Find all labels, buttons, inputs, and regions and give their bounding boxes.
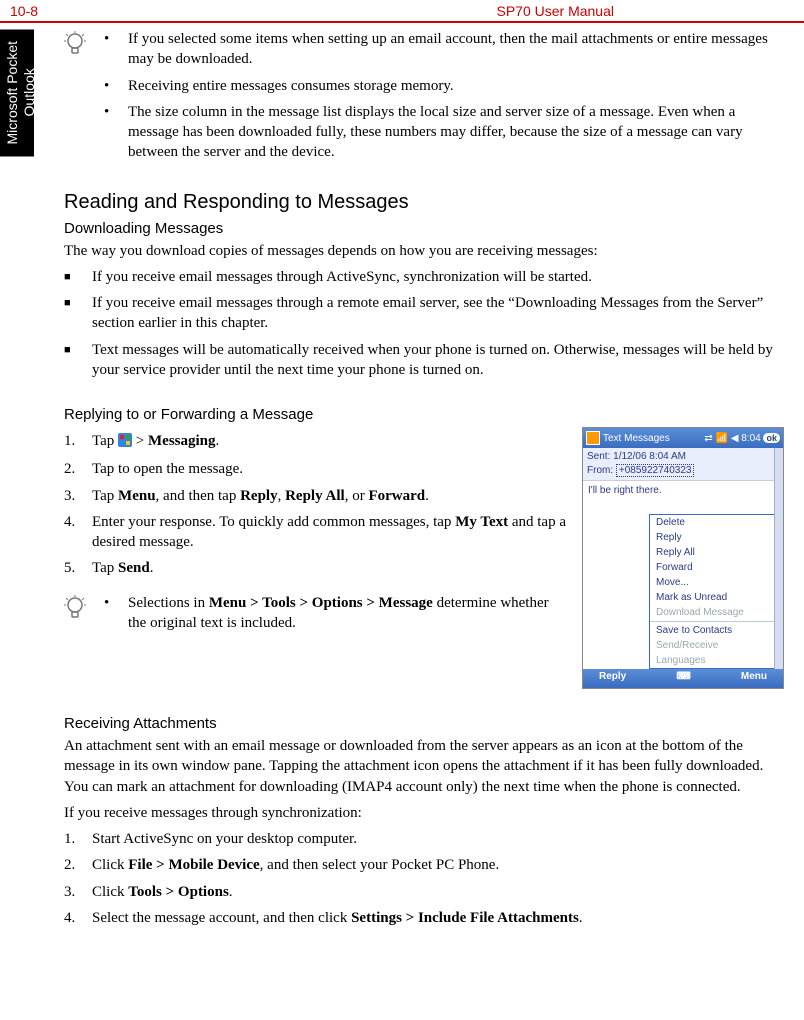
menu-item-reply-all[interactable]: Reply All <box>650 545 782 560</box>
subsection-heading: Receiving Attachments <box>64 715 784 732</box>
softkey-reply[interactable]: Reply <box>599 671 626 686</box>
tip-list: • Selections in Menu > Tools > Options >… <box>104 593 570 640</box>
start-icon[interactable] <box>586 431 600 445</box>
sent-value: 1/12/06 8:04 AM <box>613 451 686 462</box>
device-titlebar: Text Messages ⇄ 📶 ◀ 8:04 ok <box>583 428 783 448</box>
page-number: 10-8 <box>10 3 38 19</box>
step-text: Click File > Mobile Device, and then sel… <box>92 855 499 875</box>
list-item: 1. Tap <box>64 431 570 453</box>
menu-item-mark-unread[interactable]: Mark as Unread <box>650 590 782 605</box>
step-text: Tap Menu, and then tap Reply, Reply All,… <box>92 486 429 506</box>
list-item: •Receiving entire messages consumes stor… <box>104 76 784 96</box>
from-value[interactable]: +085922740323 <box>616 464 695 477</box>
side-tab-line2: Outlook <box>21 69 37 117</box>
list-item: ■If you receive email messages through a… <box>64 293 784 334</box>
reply-forward-block: 1. Tap <box>64 427 784 689</box>
paragraph: If you receive messages through synchron… <box>64 803 784 823</box>
tip-box: • Selections in Menu > Tools > Options >… <box>64 593 570 640</box>
tip-text: Selections in Menu > Tools > Options > M… <box>128 593 570 634</box>
step-text: Enter your response. To quickly add comm… <box>92 512 570 553</box>
menu-item-send-receive: Send/Receive <box>650 638 782 653</box>
tip-list: •If you selected some items when setting… <box>104 29 784 169</box>
ok-button[interactable]: ok <box>763 433 780 443</box>
section-heading: Reading and Responding to Messages <box>64 191 784 214</box>
step-text: Tap > Messaging. <box>92 431 219 453</box>
item-text: If you receive email messages through Ac… <box>92 267 592 287</box>
paragraph: An attachment sent with an email message… <box>64 736 784 797</box>
menu-item-reply[interactable]: Reply <box>650 530 782 545</box>
list-item: • Selections in Menu > Tools > Options >… <box>104 593 570 634</box>
menu-item-languages: Languages <box>650 653 782 668</box>
lightbulb-icon <box>64 595 86 628</box>
paragraph: The way you download copies of messages … <box>64 241 784 261</box>
device-title: Text Messages <box>603 433 670 444</box>
sent-label: Sent: <box>587 451 610 462</box>
tip-box: •If you selected some items when setting… <box>64 29 784 169</box>
list-item: 2. Click File > Mobile Device, and then … <box>64 855 784 875</box>
keyboard-icon[interactable]: ⌨ <box>676 671 690 686</box>
page-content: •If you selected some items when setting… <box>34 23 804 954</box>
list-item: ■If you receive email messages through A… <box>64 267 784 287</box>
list-item: 2.Tap to open the message. <box>64 459 570 479</box>
step-text: Start ActiveSync on your desktop compute… <box>92 829 357 849</box>
device-softkey-bar: Reply ⌨ Menu <box>583 669 783 688</box>
context-menu: Delete Reply Reply All Forward Move... M… <box>649 514 783 669</box>
list-item: 5. Tap Send. <box>64 558 570 578</box>
numbered-list: 1.Start ActiveSync on your desktop compu… <box>64 829 784 928</box>
list-item: ■Text messages will be automatically rec… <box>64 340 784 381</box>
lightbulb-icon <box>64 31 86 64</box>
menu-item-delete[interactable]: Delete <box>650 515 782 530</box>
menu-item-download: Download Message <box>650 605 782 620</box>
menu-item-move[interactable]: Move... <box>650 575 782 590</box>
item-text: Text messages will be automatically rece… <box>92 340 784 381</box>
list-item: 3. Tap Menu, and then tap Reply, Reply A… <box>64 486 570 506</box>
step-text: Select the message account, and then cli… <box>92 908 583 928</box>
message-header: Sent: 1/12/06 8:04 AM From: +08592274032… <box>583 448 783 481</box>
page-header: 10-8 SP70 User Manual <box>0 0 804 23</box>
speaker-icon: ◀ <box>731 433 739 444</box>
softkey-menu[interactable]: Menu <box>741 671 767 686</box>
square-bullet-list: ■If you receive email messages through A… <box>64 267 784 380</box>
step-text: Tap Send. <box>92 558 153 578</box>
item-text: If you receive email messages through a … <box>92 293 784 334</box>
numbered-list: 1. Tap <box>64 431 570 579</box>
tip-text: If you selected some items when setting … <box>128 29 784 70</box>
step-text: Click Tools > Options. <box>92 882 233 902</box>
start-menu-icon <box>118 433 132 453</box>
message-body: I'll be right there. <box>583 481 783 513</box>
list-item: •If you selected some items when setting… <box>104 29 784 70</box>
device-clock: 8:04 <box>741 433 760 444</box>
device-screenshot: Text Messages ⇄ 📶 ◀ 8:04 ok Sent: 1/12/0… <box>582 427 784 689</box>
tip-text: The size column in the message list disp… <box>128 102 784 163</box>
chapter-side-tab: Microsoft Pocket Outlook <box>0 29 34 156</box>
menu-item-forward[interactable]: Forward <box>650 560 782 575</box>
tip-text: Receiving entire messages consumes stora… <box>128 76 454 96</box>
sync-icon: ⇄ <box>704 433 712 444</box>
signal-icon: 📶 <box>716 433 728 444</box>
menu-item-save-contacts[interactable]: Save to Contacts <box>650 623 782 638</box>
manual-title: SP70 User Manual <box>496 3 614 19</box>
step-text: Tap to open the message. <box>92 459 243 479</box>
list-item: 4. Select the message account, and then … <box>64 908 784 928</box>
subsection-heading: Downloading Messages <box>64 220 784 237</box>
list-item: 1.Start ActiveSync on your desktop compu… <box>64 829 784 849</box>
list-item: 3. Click Tools > Options. <box>64 882 784 902</box>
list-item: •The size column in the message list dis… <box>104 102 784 163</box>
from-label: From: <box>587 465 613 476</box>
subsection-heading: Replying to or Forwarding a Message <box>64 406 784 423</box>
list-item: 4. Enter your response. To quickly add c… <box>64 512 570 553</box>
side-tab-line1: Microsoft Pocket <box>4 41 20 144</box>
